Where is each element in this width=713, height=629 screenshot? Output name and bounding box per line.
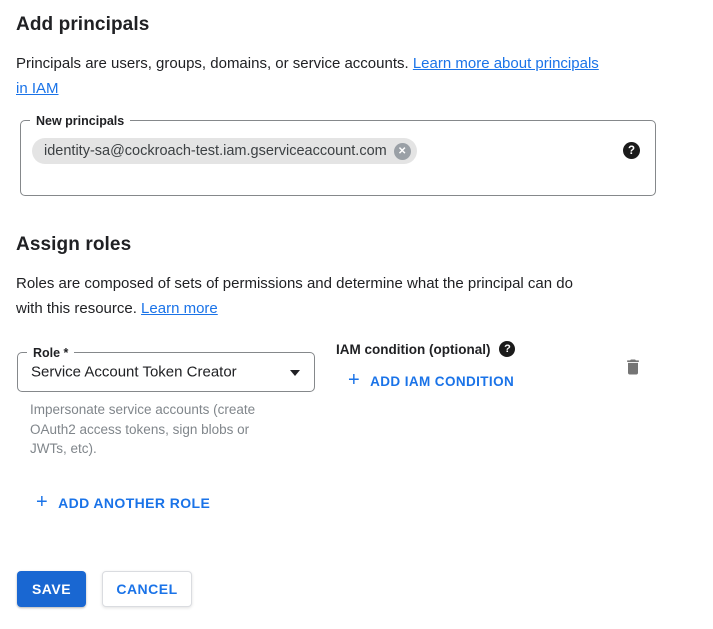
assign-roles-description-text: Roles are composed of sets of permission… bbox=[16, 275, 573, 317]
trash-icon bbox=[623, 356, 643, 378]
add-another-role-button[interactable]: + ADD ANOTHER ROLE bbox=[36, 494, 210, 512]
principals-description-text: Principals are users, groups, domains, o… bbox=[16, 55, 413, 72]
add-principals-dialog: Add principals Principals are users, gro… bbox=[0, 0, 713, 629]
role-selected-value: Service Account Token Creator bbox=[31, 364, 237, 381]
new-principals-field[interactable]: New principals identity-sa@cockroach-tes… bbox=[20, 120, 656, 196]
chip-remove-icon[interactable]: ✕ bbox=[394, 143, 411, 160]
assign-roles-description: Roles are composed of sets of permission… bbox=[16, 271, 676, 321]
learn-more-roles-link[interactable]: Learn more bbox=[141, 300, 218, 317]
iam-condition-help-icon[interactable]: ? bbox=[499, 341, 515, 357]
plus-icon: + bbox=[36, 492, 48, 512]
save-button[interactable]: SAVE bbox=[17, 571, 86, 607]
add-another-role-label: ADD ANOTHER ROLE bbox=[58, 495, 210, 511]
plus-icon: + bbox=[348, 370, 360, 390]
assign-roles-title: Assign roles bbox=[16, 234, 131, 256]
principal-chip: identity-sa@cockroach-test.iam.gservicea… bbox=[32, 138, 417, 164]
principal-chip-text: identity-sa@cockroach-test.iam.gservicea… bbox=[44, 143, 387, 159]
role-helper-text: Impersonate service accounts (createOAut… bbox=[30, 400, 315, 459]
add-iam-condition-label: ADD IAM CONDITION bbox=[370, 374, 514, 389]
cancel-button[interactable]: CANCEL bbox=[102, 571, 192, 607]
new-principals-help-icon[interactable]: ? bbox=[623, 142, 640, 159]
role-label: Role * bbox=[27, 345, 74, 361]
add-iam-condition-button[interactable]: + ADD IAM CONDITION bbox=[348, 372, 514, 390]
delete-role-button[interactable] bbox=[622, 356, 644, 380]
role-select[interactable]: Role * Service Account Token Creator bbox=[17, 352, 315, 392]
principals-description: Principals are users, groups, domains, o… bbox=[16, 51, 676, 101]
page-title: Add principals bbox=[16, 14, 149, 36]
iam-condition-label: IAM condition (optional) bbox=[336, 342, 490, 357]
dropdown-arrow-icon bbox=[290, 370, 300, 376]
new-principals-label: New principals bbox=[30, 113, 130, 129]
iam-condition-label-row: IAM condition (optional) ? bbox=[336, 341, 515, 357]
